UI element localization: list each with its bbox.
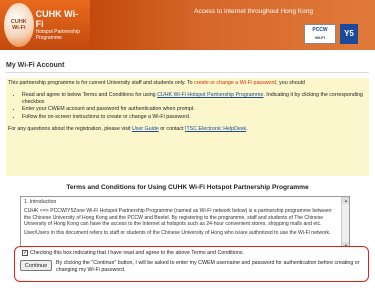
notice-panel: This partnership programme is for curren… [6,78,369,176]
programme-link[interactable]: CUHK Wi-Fi Hotspot Partnership Programme [157,92,263,98]
instruction-list: Read and agree to below Terms and Condit… [22,92,367,121]
pccw-label: PCCW [312,27,328,33]
notice-intro: This partnership programme is for curren… [8,80,305,86]
terms-paragraph: User/Users in this document refers to st… [24,230,331,237]
wifi-logo-icon: CUHK Wi-Fi [4,3,34,47]
agree-checkbox-row[interactable]: ✓ Checking this box indicating that I ha… [22,250,244,256]
pccw-logo: PCCW Wi-Fi [304,24,336,44]
list-item: Read and agree to below Terms and Condit… [22,92,367,106]
helpdesk-link[interactable]: ITSC Electronic HelpDesk [185,126,246,132]
terms-scrollbar[interactable]: ▲ ▼ [341,197,349,249]
header-banner: CUHK Wi-Fi CUHK Wi-Fi Hotspot Partnership… [0,0,375,50]
list-item: Follow the on-screen instructions to cre… [22,114,367,121]
terms-section-heading: 1. Introduction [24,199,57,205]
questions-text: For any questions about the registration… [8,125,248,132]
agree-checkbox-label[interactable]: Checking this box indicating that I have… [30,250,244,256]
y5-logo: Y5 [340,24,358,44]
terms-textarea[interactable]: 1. Introduction CUHK <=> PCCW/Y5Zone Wi-… [20,196,350,250]
agreement-section: ✓ Checking this box indicating that I ha… [14,246,369,282]
divider [6,72,369,73]
create-password-link[interactable]: create or change a Wi-Fi password [194,80,276,86]
logo-title: CUHK Wi-Fi [35,9,79,29]
user-guide-link[interactable]: User Guide [132,126,159,132]
terms-title: Terms and Conditions for Using CUHK Wi-F… [66,184,309,191]
cuhk-wifi-logo: CUHK Wi-Fi CUHK Wi-Fi Hotspot Partnership… [4,2,84,48]
list-item: Enter your CWEM account and password for… [22,106,367,113]
terms-paragraph: CUHK <=> PCCW/Y5Zone Wi-Fi Hotspot Partn… [24,208,332,227]
continue-button[interactable]: Continue [20,260,52,271]
page-title: My Wi-Fi Account [6,62,65,69]
logo-subtitle: Hotspot Partnership Programme [35,29,80,41]
continue-info-text: By clicking the "Continue" button, I wil… [56,260,360,273]
scroll-up-arrow-icon[interactable]: ▲ [342,197,349,204]
agree-checkbox[interactable]: ✓ [22,250,28,256]
pccw-sub-label: Wi-Fi [315,35,325,40]
header-tagline: Access to internet throughout Hong Kong [194,8,313,15]
